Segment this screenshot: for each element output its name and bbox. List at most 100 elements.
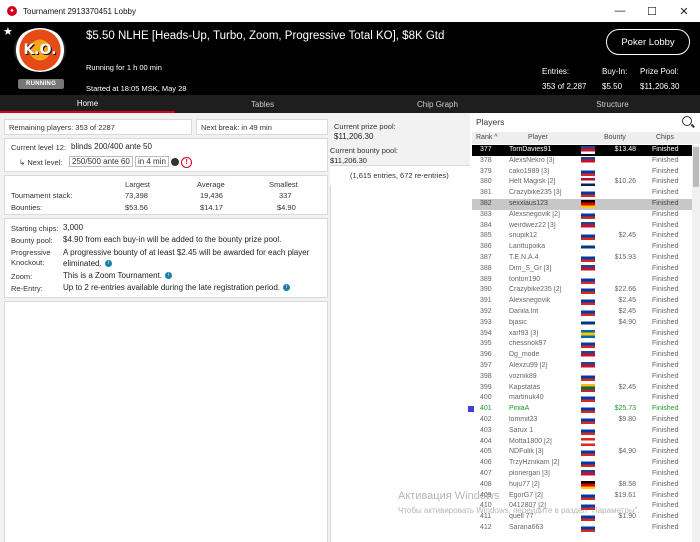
player-row[interactable]: 382 sexxlaus123 Finished [472,198,692,210]
player-row[interactable]: 396 Dg_mode Finished [472,350,692,361]
player-row[interactable]: 377 TomDavies91 $13.48 Finished [472,145,692,156]
player-name: weirdwez22 [3] [509,221,556,229]
start-time: Started at 18:05 MSK, May 28 [86,84,187,93]
player-row[interactable]: 412 Sarana663 Finished [472,523,692,534]
player-bounty: $2.45 [618,307,636,315]
favorite-star-icon[interactable]: ★ [3,25,13,38]
scrollbar-thumb[interactable] [693,147,699,187]
player-row[interactable]: 384 weirdwez22 [3] Finished [472,221,692,232]
player-row[interactable]: 407 plonergan [3] Finished [472,469,692,480]
country-flag-icon [581,437,595,446]
current-level-value: blinds 200/400 ante 50 [71,142,152,151]
player-status: Finished [652,210,679,218]
player-name: Alexsnegovik [2] [509,210,560,218]
tab-chip-graph[interactable]: Chip Graph [350,95,525,113]
stack-stats-box: Largest Average Smallest Tournament stac… [4,175,328,215]
poker-lobby-button[interactable]: Poker Lobby [606,29,690,55]
player-name: NDFulik [3] [509,448,544,456]
tab-structure[interactable]: Structure [525,95,700,113]
bounty-average: $14.17 [200,203,223,212]
player-row[interactable]: 397 Alexzu99 [2] Finished [472,361,692,372]
player-name: T.E.N.A.4 [509,253,539,261]
player-name: TomDavies91 [509,146,552,153]
player-rank: 379 [480,167,492,175]
col-bounty[interactable]: Bounty [604,134,626,141]
player-row[interactable]: 408 huju77 [2] $8.58 Finished [472,480,692,491]
country-flag-icon [581,426,595,435]
window-titlebar: ♠ Tournament 2913370451 Lobby — ☐ ✕ [0,0,700,22]
running-duration: Running for 1 h 00 min [86,63,162,72]
country-flag-icon [581,156,595,165]
player-rank: 395 [480,340,492,348]
entries-label: Entries: [542,67,570,76]
tab-tables[interactable]: Tables [175,95,350,113]
player-row[interactable]: 391 Alexsnegovik $2.45 Finished [472,296,692,307]
player-rank: 381 [480,189,492,197]
player-name: Crazybike235 [2] [509,286,562,294]
player-status: Finished [652,523,679,531]
knockout-badge-icon: K.O. [14,28,66,72]
player-row[interactable]: 387 T.E.N.A.4 $15.93 Finished [472,253,692,264]
player-row[interactable]: 398 voznik89 Finished [472,372,692,383]
player-row[interactable]: 394 xarf93 [3] Finished [472,329,692,340]
tab-home[interactable]: Home [0,95,175,113]
player-row[interactable]: 381 Crazybike235 [3] Finished [472,188,692,199]
player-row[interactable]: 390 Crazybike235 [2] $22.66 Finished [472,285,692,296]
player-name: Motta1800 [2] [509,437,552,445]
player-status: Finished [652,286,679,294]
player-rank: 380 [480,178,492,186]
country-flag-icon [581,361,595,370]
zoom-info-icon[interactable]: i [165,272,173,280]
player-row[interactable]: 393 bjasic $4.90 Finished [472,318,692,329]
player-status: Finished [652,372,679,380]
player-row[interactable]: 403 Sarux 1 Finished [472,426,692,437]
player-rank: 400 [480,394,492,402]
progressive-ko-info-icon[interactable]: i [104,260,112,268]
player-rank: 384 [480,221,492,229]
player-rank: 383 [480,210,492,218]
my-table-marker-icon [468,406,474,413]
player-status: Finished [652,253,679,261]
zoom-value: This is a Zoom Tournament. [63,271,163,280]
alert-icon[interactable]: ! [181,156,193,168]
players-header: Players [472,113,700,131]
player-row[interactable]: 389 tonton190 Finished [472,275,692,286]
player-status: Finished [652,318,679,326]
reentry-info-icon[interactable]: i [283,284,291,292]
player-row[interactable]: 395 chessnok97 Finished [472,339,692,350]
player-rank: 388 [480,264,492,272]
running-status-badge: RUNNING [18,79,64,89]
close-button[interactable]: ✕ [668,0,700,22]
player-row[interactable]: 399 Kapstatas $2.45 Finished [472,383,692,394]
player-rank: 391 [480,297,492,305]
player-status: Finished [652,146,679,153]
col-rank[interactable]: Rank ^ [476,134,498,141]
player-row[interactable]: 392 Danila.lnt $2.45 Finished [472,307,692,318]
country-flag-icon [581,146,595,154]
player-row[interactable]: 402 lommit23 $9.80 Finished [472,415,692,426]
players-scrollbar[interactable] [692,145,700,542]
country-flag-icon [581,178,595,187]
starting-chips-label: Starting chips: [11,224,59,233]
player-row[interactable]: 386 Lanttupoika Finished [472,242,692,253]
player-row[interactable]: 401 PiniaA $25.73 Finished [468,404,692,415]
zoom-label: Zoom: [11,272,33,281]
search-icon[interactable] [682,116,692,126]
player-row[interactable]: 406 TrzyHznikam [2] Finished [472,458,692,469]
col-chips[interactable]: Chips [656,134,674,141]
col-player[interactable]: Player [528,134,548,141]
player-row[interactable]: 385 snupik12 $2.45 Finished [472,231,692,242]
minimize-button[interactable]: — [604,0,636,22]
player-row[interactable]: 388 Dim_S_Gr [3] Finished [472,264,692,275]
player-row[interactable]: 379 cako1989 [3] Finished [472,167,692,178]
remaining-players: Remaining players: 353 of 2287 [9,123,115,132]
player-row[interactable]: 400 martinuk40 Finished [472,393,692,404]
player-row[interactable]: 378 AlexsNekro [3] Finished [472,156,692,167]
player-row[interactable]: 404 Motta1800 [2] Finished [472,437,692,448]
player-status: Finished [652,469,679,477]
player-row[interactable]: 380 Helt Magisk [2] $10.26 Finished [472,177,692,188]
maximize-button[interactable]: ☐ [636,0,668,22]
starting-chips-value: 3,000 [63,223,84,232]
player-row[interactable]: 383 Alexsnegovik [2] Finished [472,210,692,221]
player-row[interactable]: 405 NDFulik [3] $4.90 Finished [472,447,692,458]
